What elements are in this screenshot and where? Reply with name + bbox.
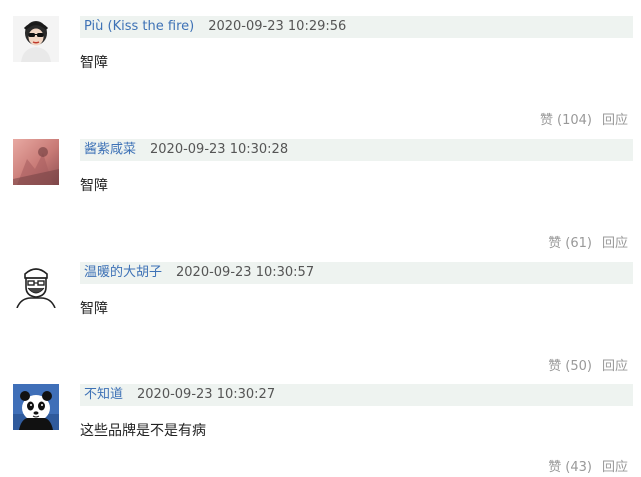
- comment-meta-bar: 温暖的大胡子 2020-09-23 10:30:57: [80, 262, 633, 284]
- comment-timestamp: 2020-09-23 10:30:28: [150, 142, 289, 157]
- like-label: 赞: [548, 460, 562, 475]
- username-link[interactable]: 不知道: [84, 384, 123, 406]
- username-link[interactable]: 酱紫咸菜: [84, 139, 136, 161]
- reply-button[interactable]: 回应: [602, 460, 628, 475]
- comment-item: 酱紫咸菜 2020-09-23 10:30:28 智障 赞 (61) 回应: [0, 123, 641, 251]
- comment-timestamp: 2020-09-23 10:30:27: [137, 387, 276, 402]
- comment-item: Più (Kiss the fire) 2020-09-23 10:29:56 …: [0, 0, 641, 128]
- bearded-man-sketch-avatar[interactable]: [13, 262, 59, 308]
- pink-silhouette-avatar[interactable]: [13, 139, 59, 185]
- username-link[interactable]: Più (Kiss the fire): [84, 16, 194, 38]
- comment-text: 智障: [80, 301, 108, 317]
- panda-avatar[interactable]: [13, 384, 59, 430]
- comment-text: 这些品牌是不是有病: [80, 423, 206, 439]
- comment-meta-bar: 酱紫咸菜 2020-09-23 10:30:28: [80, 139, 633, 161]
- like-count: (43): [565, 460, 592, 475]
- comment-item: 不知道 2020-09-23 10:30:27 这些品牌是不是有病 赞 (43) 回…: [0, 368, 641, 477]
- woman-sunglasses-avatar[interactable]: [13, 16, 59, 62]
- comment-text: 智障: [80, 178, 108, 194]
- comment-text: 智障: [80, 55, 108, 71]
- like-button[interactable]: 赞 (43): [548, 460, 592, 475]
- comment-actions: 赞 (43) 回应: [548, 459, 628, 477]
- username-link[interactable]: 温暖的大胡子: [84, 262, 162, 284]
- comment-timestamp: 2020-09-23 10:29:56: [208, 19, 347, 34]
- comment-list: Più (Kiss the fire) 2020-09-23 10:29:56 …: [0, 0, 641, 477]
- comment-timestamp: 2020-09-23 10:30:57: [176, 265, 315, 280]
- comment-meta-bar: 不知道 2020-09-23 10:30:27: [80, 384, 633, 406]
- comment-meta-bar: Più (Kiss the fire) 2020-09-23 10:29:56: [80, 16, 633, 38]
- comment-item: 温暖的大胡子 2020-09-23 10:30:57 智障 赞 (50) 回应: [0, 246, 641, 374]
